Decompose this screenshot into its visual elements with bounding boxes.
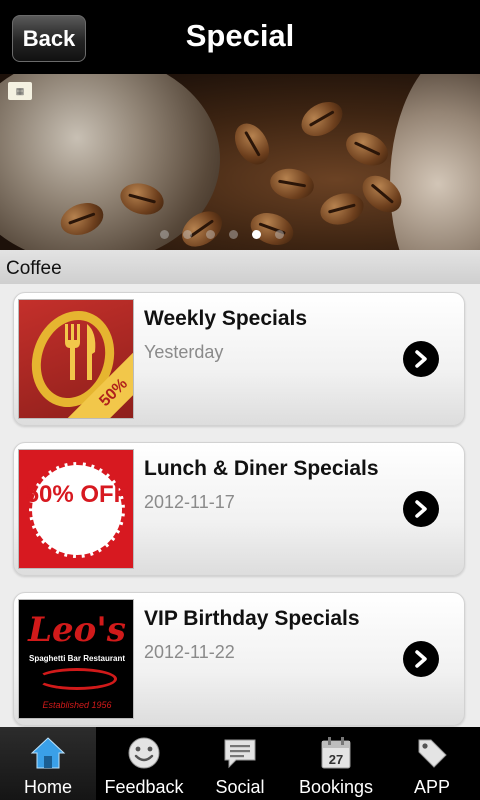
calendar-icon: 27 [317,735,355,771]
tab-home[interactable]: Home [0,727,96,800]
sale-disc-shape [29,462,125,558]
logo-established-text: Established 1956 [42,700,112,710]
carousel-dot[interactable] [275,230,284,239]
home-icon [29,735,67,771]
tab-feedback[interactable]: Feedback [96,727,192,800]
bean [316,188,368,230]
special-date: 2012-11-22 [144,642,235,662]
restaurant-logo-thumbnail: Leo's Spaghetti Bar Restaurant Establish… [18,599,134,719]
banner-rim-shape [390,74,480,250]
smiley-icon [125,735,163,771]
special-item-lunch-diner[interactable]: 50% OFF Lunch & Diner Specials 2012-11-1… [13,442,465,576]
tab-label: Social [215,777,265,797]
special-date: Yesterday [144,342,224,362]
tab-app[interactable]: APP [384,727,480,800]
tab-social[interactable]: Social [192,727,288,800]
section-header: Coffee [0,250,480,284]
bean [340,126,394,172]
logo-subtitle-text: Spaghetti Bar Restaurant [28,654,126,663]
banner-carousel[interactable]: ▦ [0,74,480,250]
chevron-right-icon[interactable] [403,641,439,677]
tab-bookings[interactable]: 27 Bookings [288,727,384,800]
header-bar: Back Special [0,0,480,74]
chevron-right-icon[interactable] [403,491,439,527]
special-item-vip-birthday[interactable]: Leo's Spaghetti Bar Restaurant Establish… [13,592,465,726]
tab-label: APP [413,777,451,797]
carousel-dot[interactable] [183,230,192,239]
special-title: VIP Birthday Specials [144,607,360,630]
screen: Back Special ▦ Coffee 50% Weekly Special… [0,0,480,800]
special-title: Weekly Specials [144,307,308,330]
weekly-specials-thumbnail: 50% [18,299,134,419]
fork-knife-icon [65,324,96,380]
carousel-dot[interactable] [206,230,215,239]
special-title: Lunch & Diner Specials [144,457,379,480]
tag-icon [413,735,451,771]
logo-script-text: Leo's [28,610,126,650]
bean [295,95,349,143]
bottom-tab-bar: Home Feedback Social 27 Bookings APP [0,727,480,800]
lunch-specials-thumbnail: 50% OFF [18,449,134,569]
special-item-weekly[interactable]: 50% Weekly Specials Yesterday [13,292,465,426]
logo-swirl-shape [37,668,117,690]
back-button[interactable]: Back [12,15,86,62]
chat-bubble-icon [221,735,259,771]
carousel-dots [160,230,284,239]
sale-badge-text: 50% OFF [25,481,129,508]
carousel-dot[interactable] [229,230,238,239]
carousel-dot[interactable] [160,230,169,239]
tab-label: Bookings [298,777,374,797]
bean [246,207,298,250]
bean [267,165,317,203]
qr-code-icon[interactable]: ▦ [8,82,32,100]
special-date: 2012-11-17 [144,492,235,512]
bean [228,117,276,171]
carousel-dot-active[interactable] [252,230,261,239]
chevron-right-icon[interactable] [403,341,439,377]
calendar-day-text: 27 [329,752,343,767]
tab-label: Feedback [104,777,184,797]
tab-label: Home [23,777,72,797]
